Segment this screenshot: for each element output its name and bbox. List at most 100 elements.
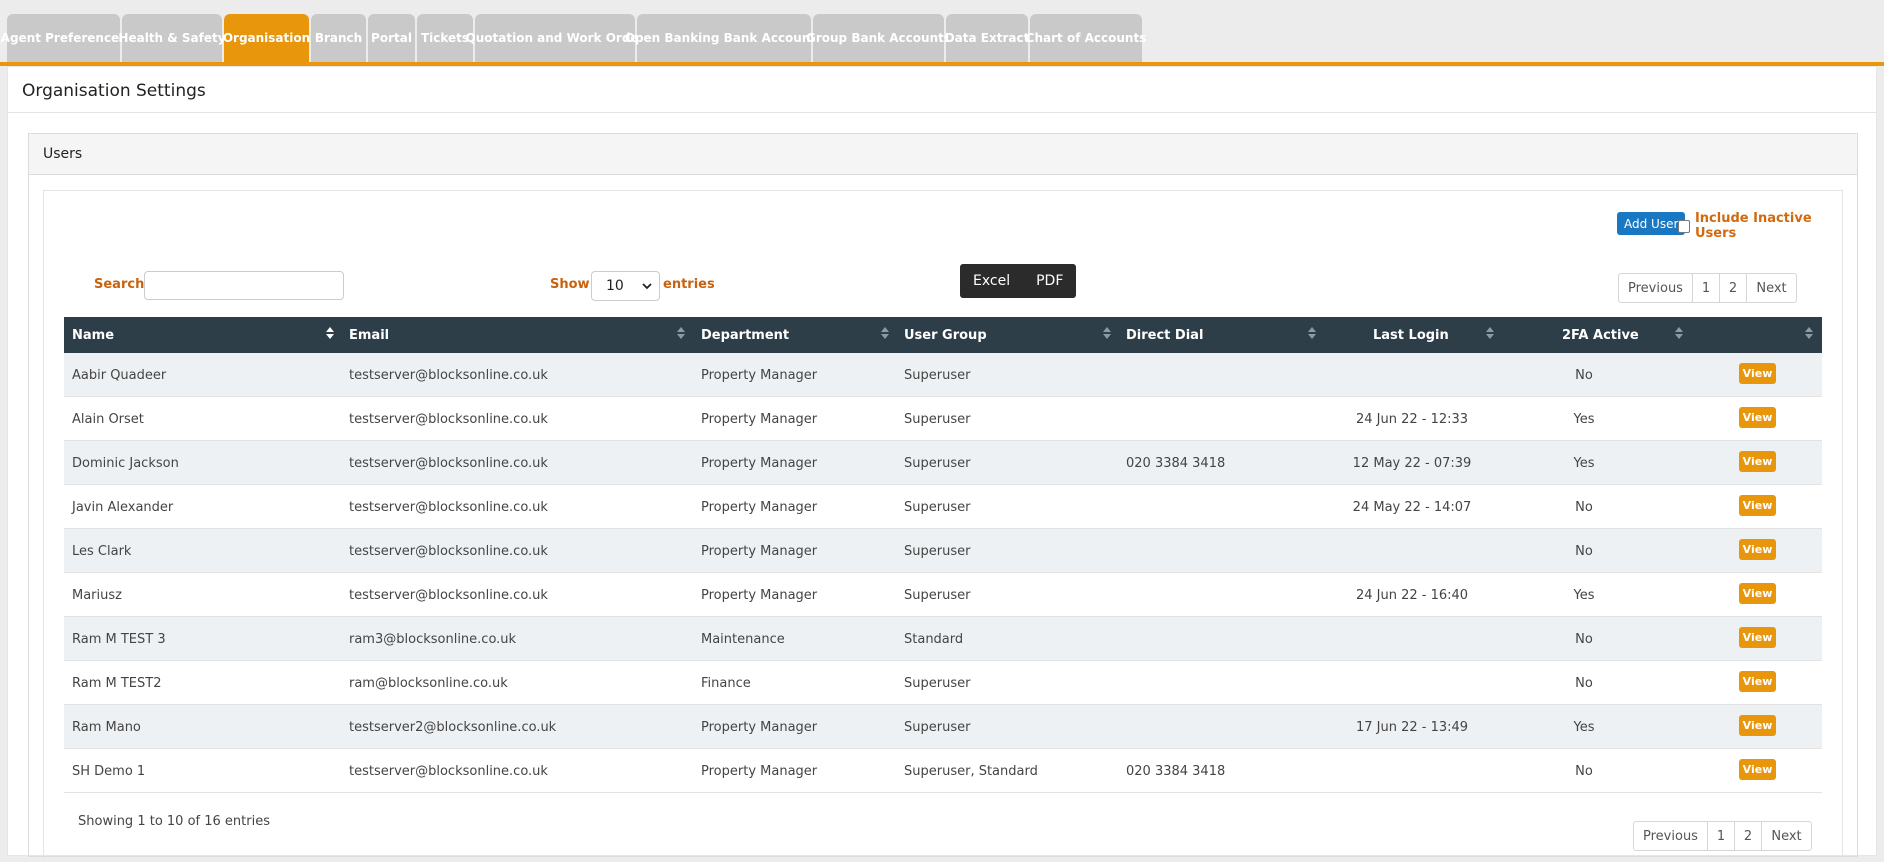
tab-bar: Agent Preferences Health & Safety Organi… [0, 0, 1884, 66]
cell-email: testserver@blocksonline.co.uk [349, 411, 548, 427]
table-row: SH Demo 1 testserver@blocksonline.co.uk … [64, 749, 1822, 793]
pagination-previous[interactable]: Previous [1619, 274, 1692, 302]
cell-user-group: Superuser [904, 411, 971, 427]
column-header-name[interactable]: Name [72, 317, 114, 353]
pagination-page-1[interactable]: 1 [1692, 274, 1719, 302]
tab-quotation-work-order[interactable]: Quotation and Work Order [466, 14, 644, 62]
cell-last-login [1342, 661, 1482, 705]
sort-icon[interactable] [677, 326, 685, 342]
pagination-next[interactable]: Next [1746, 274, 1796, 302]
page-title: Organisation Settings [22, 81, 206, 101]
cell-email: testserver@blocksonline.co.uk [349, 455, 548, 471]
cell-department: Property Manager [701, 587, 818, 603]
settings-panel: Organisation Settings Users Add User Inc… [7, 66, 1877, 860]
cell-last-login [1342, 749, 1482, 793]
users-table-container: Add User Include Inactive Users Search: … [43, 190, 1843, 860]
cell-last-login: 17 Jun 22 - 13:49 [1355, 719, 1469, 735]
sort-icon[interactable] [1103, 326, 1111, 342]
table-row: Ram M TEST 3 ram3@blocksonline.co.uk Mai… [64, 617, 1822, 661]
cell-user-group: Superuser [904, 719, 971, 735]
column-header-last-login[interactable]: Last Login [1373, 317, 1449, 353]
view-user-button[interactable]: View [1739, 627, 1776, 648]
tab-organisation[interactable]: Organisation [223, 14, 310, 62]
sort-icon[interactable] [1486, 326, 1494, 342]
tab-agent-preferences[interactable]: Agent Preferences [1, 14, 126, 62]
export-excel-button[interactable]: Excel [960, 273, 1023, 289]
cell-2fa-active: No [1575, 631, 1593, 647]
cell-name: Alain Orset [72, 411, 144, 427]
cell-name: Javin Alexander [72, 499, 174, 515]
include-inactive-toggle: Include Inactive Users [1678, 211, 1842, 241]
users-section: Users Add User Include Inactive Users Se… [28, 133, 1858, 860]
pagination-page-1[interactable]: 1 [1707, 822, 1734, 850]
tab-group-bank-accounts[interactable]: Group Bank Accounts [806, 14, 951, 62]
cell-department: Property Manager [701, 367, 818, 383]
tab-health-safety[interactable]: Health & Safety [118, 14, 226, 62]
column-header-email[interactable]: Email [349, 317, 389, 353]
tab-open-banking-bank-accounts[interactable]: Open Banking Bank Accounts [625, 14, 823, 62]
entries-label: entries [663, 277, 715, 292]
cell-name: Ram M TEST2 [72, 675, 162, 691]
cell-department: Property Manager [701, 763, 818, 779]
cell-last-login [1342, 617, 1482, 661]
view-user-button[interactable]: View [1739, 407, 1776, 428]
view-user-button[interactable]: View [1739, 759, 1776, 780]
table-row: Dominic Jackson testserver@blocksonline.… [64, 441, 1822, 485]
cell-user-group: Superuser [904, 367, 971, 383]
sort-icon[interactable] [1308, 326, 1316, 342]
column-header-2fa-active[interactable]: 2FA Active [1562, 317, 1639, 353]
cell-department: Property Manager [701, 499, 818, 515]
view-user-button[interactable]: View [1739, 583, 1776, 604]
cell-user-group: Superuser, Standard [904, 763, 1038, 779]
sort-icon[interactable] [1805, 326, 1813, 342]
view-user-button[interactable]: View [1739, 363, 1776, 384]
pagination-next[interactable]: Next [1761, 822, 1811, 850]
tab-chart-of-accounts[interactable]: Chart of Accounts [1026, 14, 1146, 62]
cell-2fa-active: Yes [1573, 719, 1595, 735]
sort-icon[interactable] [326, 326, 334, 342]
export-pdf-button[interactable]: PDF [1023, 273, 1076, 289]
table-row: Ram Mano testserver2@blocksonline.co.uk … [64, 705, 1822, 749]
cell-email: testserver@blocksonline.co.uk [349, 763, 548, 779]
search-input[interactable] [144, 271, 344, 300]
cell-last-login: 24 Jun 22 - 16:40 [1355, 587, 1469, 603]
tab-portal[interactable]: Portal [368, 14, 415, 62]
show-label: Show [550, 277, 590, 292]
cell-2fa-active: No [1575, 543, 1593, 559]
cell-user-group: Superuser [904, 543, 971, 559]
pagination-page-2[interactable]: 2 [1734, 822, 1761, 850]
cell-name: SH Demo 1 [72, 763, 146, 779]
view-user-button[interactable]: View [1739, 715, 1776, 736]
cell-email: testserver@blocksonline.co.uk [349, 587, 548, 603]
include-inactive-label[interactable]: Include Inactive Users [1695, 211, 1842, 241]
cell-last-login: 12 May 22 - 07:39 [1352, 455, 1472, 471]
column-header-user-group[interactable]: User Group [904, 317, 987, 353]
table-row: Ram M TEST2 ram@blocksonline.co.uk Finan… [64, 661, 1822, 705]
sort-icon[interactable] [1675, 326, 1683, 342]
table-row: Alain Orset testserver@blocksonline.co.u… [64, 397, 1822, 441]
cell-email: testserver2@blocksonline.co.uk [349, 719, 557, 735]
cell-name: Ram Mano [72, 719, 141, 735]
page-size-select[interactable]: 10 [591, 271, 660, 301]
view-user-button[interactable]: View [1739, 671, 1776, 692]
tab-branch[interactable]: Branch [311, 14, 366, 62]
column-header-department[interactable]: Department [701, 317, 789, 353]
cell-user-group: Superuser [904, 675, 971, 691]
pagination-page-2[interactable]: 2 [1719, 274, 1746, 302]
column-header-direct-dial[interactable]: Direct Dial [1126, 317, 1203, 353]
tab-data-extract[interactable]: Data Extract [945, 14, 1029, 62]
cell-2fa-active: No [1575, 763, 1593, 779]
cell-direct-dial: 020 3384 3418 [1126, 763, 1226, 779]
view-user-button[interactable]: View [1739, 451, 1776, 472]
add-user-button[interactable]: Add User [1617, 212, 1686, 235]
cell-last-login [1342, 353, 1482, 397]
include-inactive-checkbox[interactable] [1678, 219, 1690, 233]
view-user-button[interactable]: View [1739, 495, 1776, 516]
table-row: Les Clark testserver@blocksonline.co.uk … [64, 529, 1822, 573]
cell-department: Property Manager [701, 411, 818, 427]
pagination-previous[interactable]: Previous [1634, 822, 1707, 850]
export-buttons: Excel PDF [960, 264, 1077, 298]
cell-last-login: 24 Jun 22 - 12:33 [1355, 411, 1469, 427]
view-user-button[interactable]: View [1739, 539, 1776, 560]
sort-icon[interactable] [881, 326, 889, 342]
